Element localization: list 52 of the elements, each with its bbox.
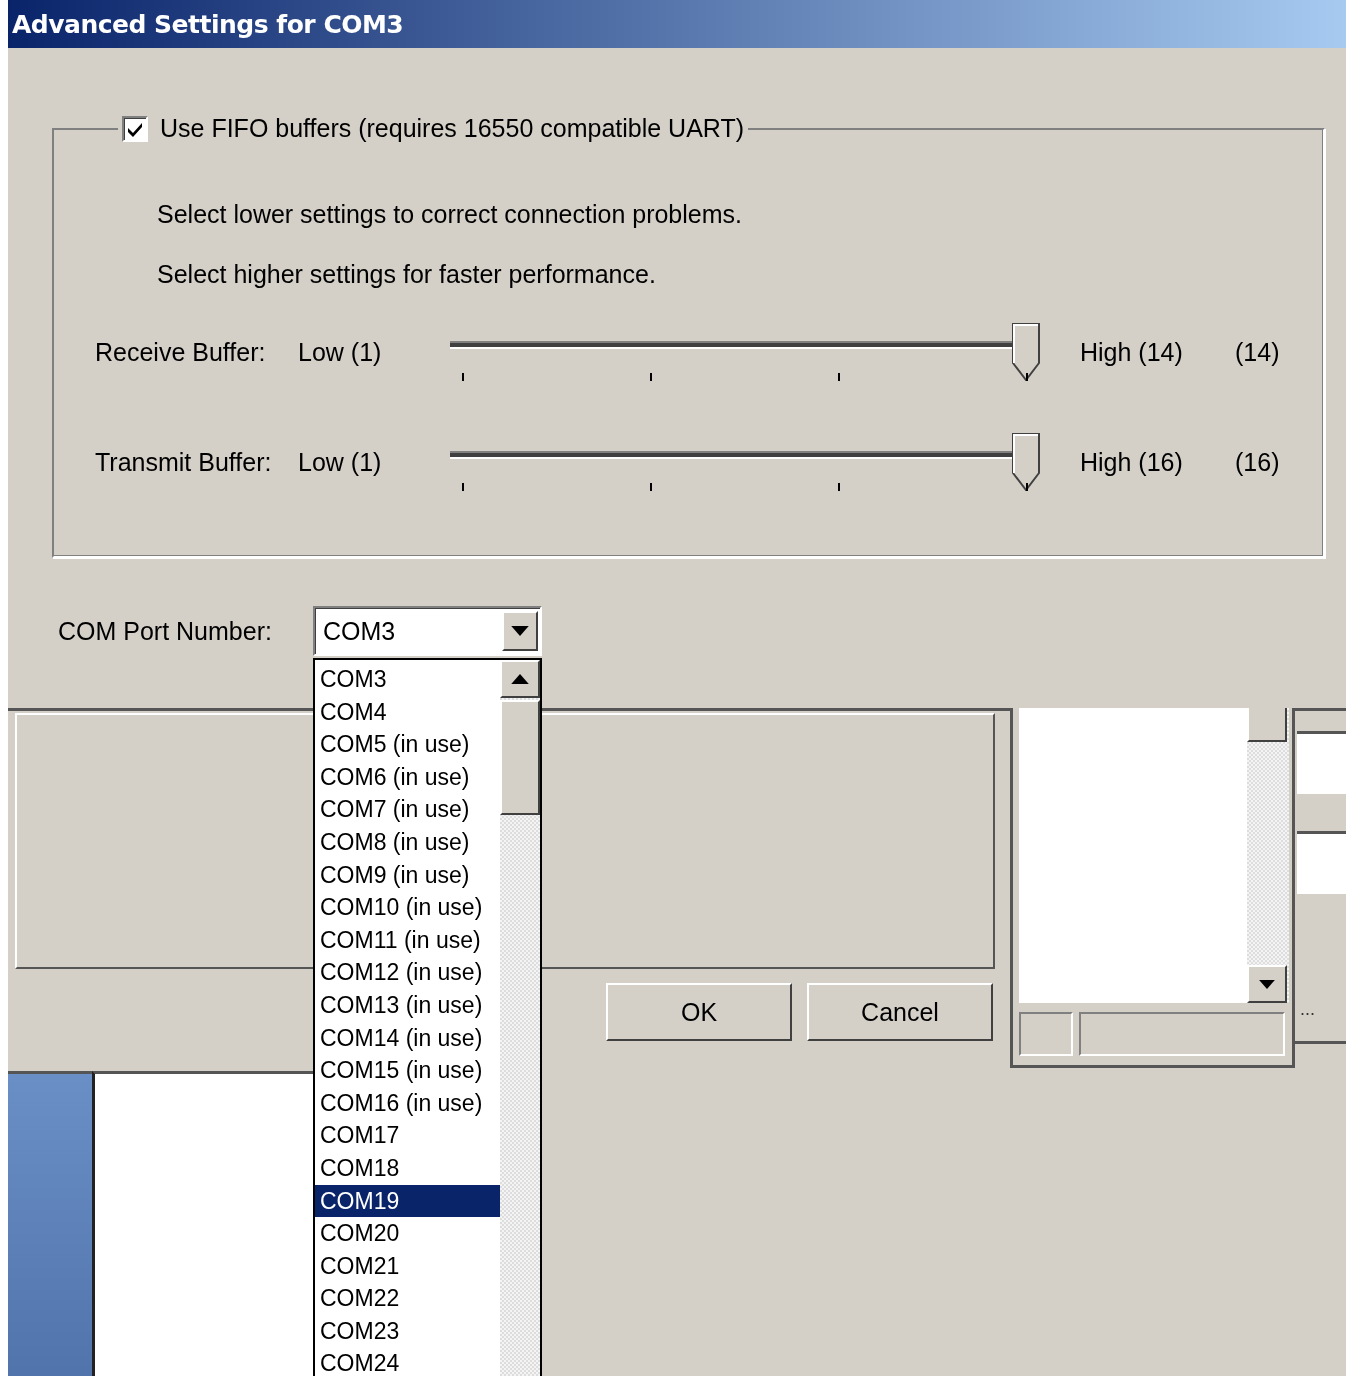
scrollbar[interactable]	[500, 660, 540, 1376]
scrollbar[interactable]	[1247, 708, 1289, 1003]
dropdown-option[interactable]: COM22	[315, 1282, 500, 1315]
hint-text: Select lower settings to correct connection problems.	[157, 199, 743, 229]
low-label: Low (1)	[298, 447, 383, 477]
dropdown-option[interactable]: COM23	[315, 1314, 500, 1348]
status-pane	[1019, 1012, 1073, 1056]
low-label: Low (1)	[298, 337, 383, 367]
ellipsis-text: ...	[1300, 999, 1315, 1020]
dropdown-option[interactable]: COM14 (in use)	[315, 1021, 500, 1055]
dropdown-option[interactable]: COM15 (in use)	[315, 1054, 500, 1087]
dropdown-option[interactable]: COM9 (in use)	[315, 858, 500, 892]
dropdown-option[interactable]: COM19	[315, 1184, 500, 1218]
dropdown-option[interactable]: COM24	[315, 1347, 500, 1376]
slider-thumb[interactable]	[1012, 433, 1040, 491]
fifo-checkbox[interactable]	[122, 115, 148, 142]
slider-thumb[interactable]	[1012, 323, 1040, 381]
dropdown-option[interactable]: COM13 (in use)	[315, 988, 500, 1022]
dropdown-option[interactable]: COM10 (in use)	[315, 891, 500, 924]
port-label: COM Port Number:	[58, 616, 273, 646]
slider-value: (14)	[1235, 337, 1281, 367]
slider-label: Receive Buffer:	[95, 337, 267, 367]
dropdown-option[interactable]: COM5 (in use)	[315, 728, 500, 761]
dropdown-option[interactable]: COM7 (in use)	[315, 793, 500, 826]
dropdown-option[interactable]: COM11 (in use)	[315, 923, 500, 957]
dropdown-option[interactable]: COM20	[315, 1217, 500, 1250]
dropdown-option[interactable]: COM3	[315, 663, 500, 696]
cancel-button[interactable]: Cancel	[807, 983, 993, 1041]
dropdown-option[interactable]: COM12 (in use)	[315, 956, 500, 989]
ok-button[interactable]: OK	[606, 983, 792, 1041]
slider-value: (16)	[1235, 447, 1281, 477]
dropdown-option[interactable]: COM18	[315, 1151, 500, 1185]
dropdown-option[interactable]: COM6 (in use)	[315, 760, 500, 794]
buffer-slider[interactable]	[450, 433, 1040, 491]
hint-text: Select higher settings for faster performance.	[157, 259, 657, 289]
scroll-up-icon	[511, 674, 529, 684]
slider-label: Transmit Buffer:	[95, 447, 273, 477]
dropdown-button[interactable]	[502, 611, 538, 651]
checkbox-label[interactable]: Use FIFO buffers (requires 16550 compatible UART)	[160, 114, 745, 143]
dropdown-option[interactable]: COM4	[315, 695, 500, 729]
high-label: High (16)	[1080, 447, 1184, 477]
high-label: High (14)	[1080, 337, 1184, 367]
dropdown-option[interactable]: COM16 (in use)	[315, 1086, 500, 1120]
scroll-down-icon	[1259, 979, 1275, 989]
buffer-slider[interactable]	[450, 323, 1040, 381]
dropdown-option[interactable]: COM17	[315, 1119, 500, 1152]
caret-icon	[511, 626, 529, 636]
dropdown-option[interactable]: COM21	[315, 1249, 500, 1283]
scroll-thumb[interactable]	[1247, 708, 1287, 742]
window-title: Advanced Settings for COM3	[12, 9, 404, 39]
port-dropdown[interactable]: COM3	[313, 606, 542, 656]
dropdown-option[interactable]: COM8 (in use)	[315, 825, 500, 859]
